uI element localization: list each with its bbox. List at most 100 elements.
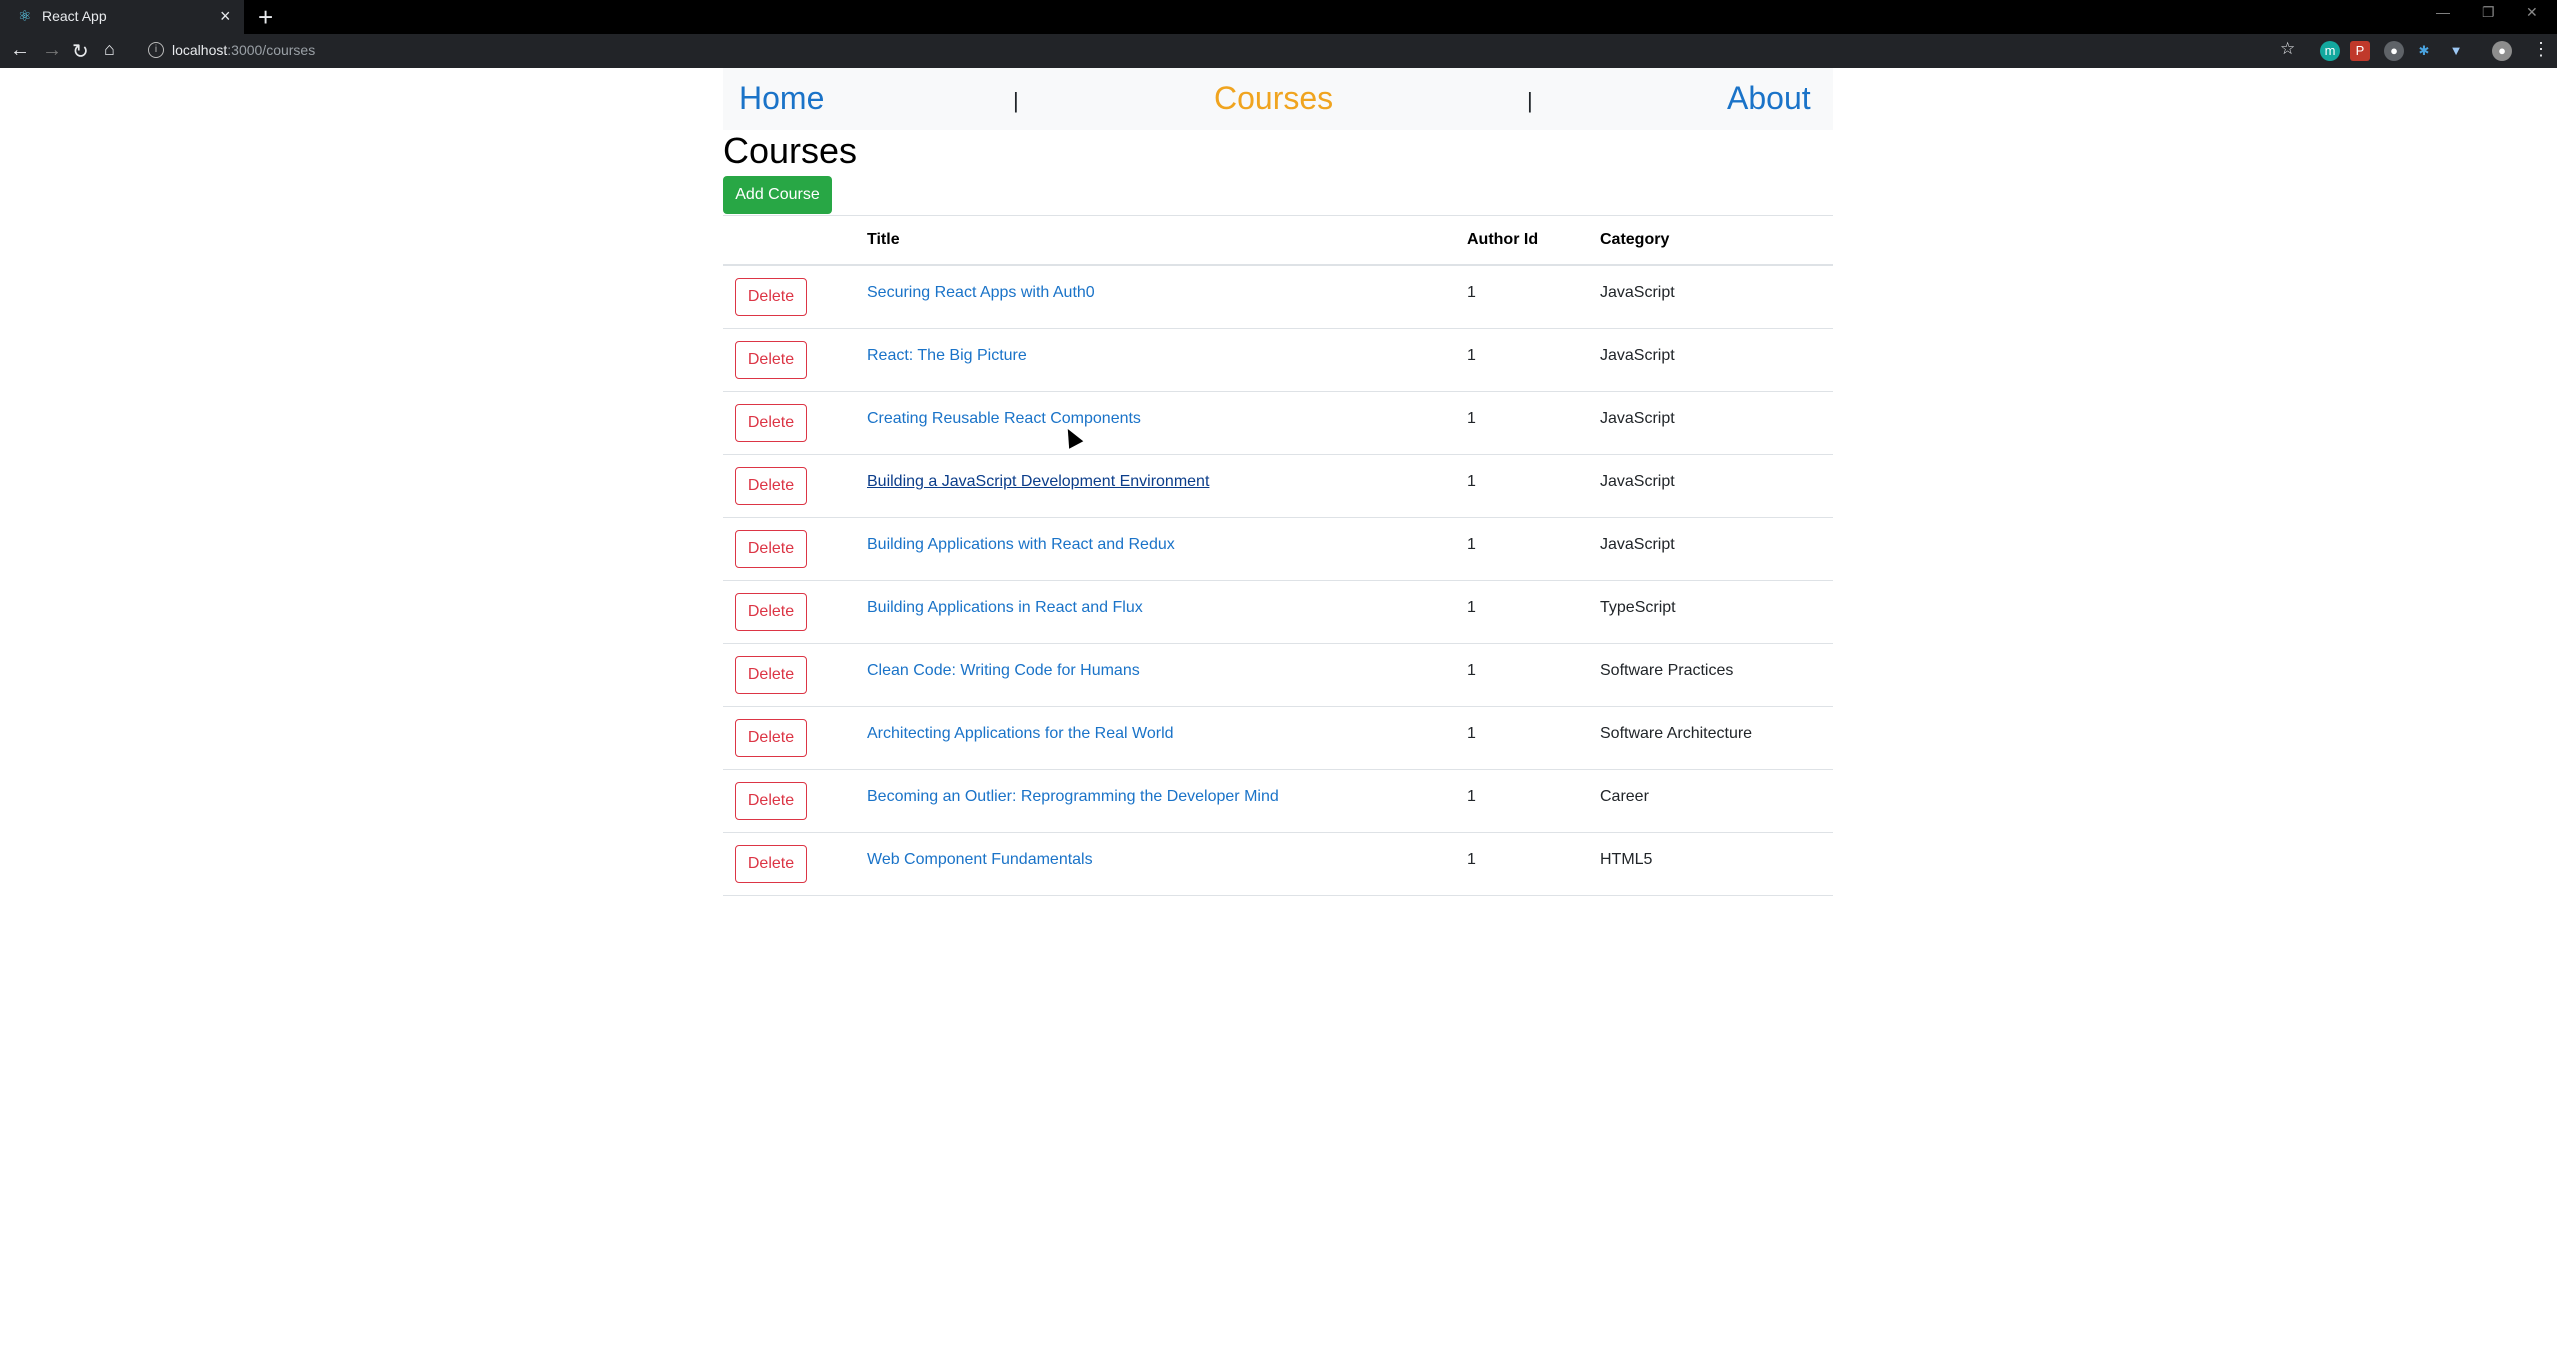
delete-course-button[interactable]: Delete [735, 593, 807, 631]
browser-menu-icon[interactable]: ⋮ [2532, 39, 2550, 60]
react-favicon-icon: ⚛ [18, 8, 32, 25]
delete-course-button[interactable]: Delete [735, 845, 807, 883]
actions-cell: Delete [723, 328, 867, 392]
delete-course-button[interactable]: Delete [735, 656, 807, 694]
course-title-link[interactable]: Building Applications with React and Red… [867, 536, 1175, 553]
browser-toolbar: ← → ↻ ⌂ i localhost:3000/courses ☆ m P ●… [0, 34, 2557, 68]
profile-avatar-icon[interactable]: ● [2492, 41, 2512, 61]
new-tab-icon[interactable]: + [258, 2, 273, 33]
author-id-cell: 1 [1467, 580, 1600, 644]
extension-vpn-icon[interactable]: ▼ [2446, 41, 2466, 61]
title-cell: Clean Code: Writing Code for Humans [867, 643, 1467, 707]
column-header-title: Title [867, 215, 1467, 266]
extension-snowflake-icon[interactable]: ✱ [2414, 41, 2434, 61]
category-text: HTML5 [1600, 851, 1653, 868]
actions-cell: Delete [723, 517, 867, 581]
category-cell: JavaScript [1600, 328, 1833, 392]
course-title-link[interactable]: Securing React Apps with Auth0 [867, 284, 1095, 301]
bookmark-star-icon[interactable]: ☆ [2280, 39, 2295, 59]
course-title-link[interactable]: Becoming an Outlier: Reprogramming the D… [867, 788, 1279, 805]
restore-icon[interactable]: ❐ [2482, 4, 2495, 21]
author-id-text: 1 [1467, 473, 1476, 490]
author-id-cell: 1 [1467, 454, 1600, 518]
actions-cell: Delete [723, 265, 867, 329]
category-cell: TypeScript [1600, 580, 1833, 644]
add-course-button[interactable]: Add Course [723, 176, 832, 214]
table-row: Delete Becoming an Outlier: Reprogramming… [723, 769, 1833, 833]
table-row: Delete Clean Code: Writing Code for Human… [723, 643, 1833, 707]
title-cell: Securing React Apps with Auth0 [867, 265, 1467, 329]
title-cell: Building Applications in React and Flux [867, 580, 1467, 644]
forward-icon[interactable]: → [42, 39, 62, 62]
actions-cell: Delete [723, 391, 867, 455]
delete-course-button[interactable]: Delete [735, 278, 807, 316]
top-navbar: Home | Courses | About [723, 68, 1833, 130]
table-row: Delete Creating Reusable React Components… [723, 391, 1833, 455]
delete-course-button[interactable]: Delete [735, 341, 807, 379]
course-title-link[interactable]: Clean Code: Writing Code for Humans [867, 662, 1140, 679]
category-cell: JavaScript [1600, 265, 1833, 329]
course-title-link[interactable]: Web Component Fundamentals [867, 851, 1093, 868]
category-cell: JavaScript [1600, 517, 1833, 581]
nav-separator: | [1013, 88, 1019, 113]
category-cell: Software Practices [1600, 643, 1833, 707]
delete-course-button[interactable]: Delete [735, 782, 807, 820]
author-id-cell: 1 [1467, 643, 1600, 707]
category-text: JavaScript [1600, 536, 1675, 553]
title-cell: Becoming an Outlier: Reprogramming the D… [867, 769, 1467, 833]
category-text: Software Architecture [1600, 725, 1753, 742]
site-info-icon[interactable]: i [148, 42, 164, 58]
address-bar[interactable]: localhost:3000/courses [172, 42, 315, 58]
nav-about-link[interactable]: About [1727, 80, 1811, 117]
delete-course-button[interactable]: Delete [735, 530, 807, 568]
author-id-cell: 1 [1467, 328, 1600, 392]
delete-course-button[interactable]: Delete [735, 467, 807, 505]
delete-course-button[interactable]: Delete [735, 719, 807, 757]
minimize-icon[interactable]: — [2436, 4, 2450, 20]
course-title-link[interactable]: Building Applications in React and Flux [867, 599, 1143, 616]
close-window-icon[interactable]: ✕ [2526, 4, 2538, 21]
course-title-link[interactable]: Building a JavaScript Development Enviro… [867, 473, 1209, 490]
category-text: JavaScript [1600, 284, 1675, 301]
author-id-cell: 1 [1467, 706, 1600, 770]
author-id-text: 1 [1467, 347, 1476, 364]
delete-course-button[interactable]: Delete [735, 404, 807, 442]
extension-pdf-icon[interactable]: P [2350, 41, 2370, 61]
actions-cell: Delete [723, 769, 867, 833]
title-cell: React: The Big Picture [867, 328, 1467, 392]
extension-circle-icon[interactable]: ● [2384, 41, 2404, 61]
close-tab-icon[interactable]: × [220, 6, 231, 27]
title-cell: Building a JavaScript Development Enviro… [867, 454, 1467, 518]
course-title-link[interactable]: Architecting Applications for the Real W… [867, 725, 1174, 742]
category-text: TypeScript [1600, 599, 1676, 616]
extension-m-icon[interactable]: m [2320, 41, 2340, 61]
url-path: :3000/courses [227, 42, 316, 58]
page-title: Courses [723, 130, 858, 171]
category-text: Software Practices [1600, 662, 1734, 679]
actions-cell: Delete [723, 832, 867, 896]
courses-table: Title Author Id Category Delete Securing … [723, 215, 1833, 896]
author-id-cell: 1 [1467, 517, 1600, 581]
reload-icon[interactable]: ↻ [72, 39, 89, 64]
title-cell: Creating Reusable React Components [867, 391, 1467, 455]
nav-home-link[interactable]: Home [739, 80, 824, 117]
tab-title: React App [42, 8, 107, 24]
nav-courses-link[interactable]: Courses [1214, 80, 1333, 117]
author-id-text: 1 [1467, 851, 1476, 868]
category-cell: JavaScript [1600, 391, 1833, 455]
back-icon[interactable]: ← [10, 39, 30, 62]
course-title-link[interactable]: Creating Reusable React Components [867, 410, 1141, 427]
url-host: localhost [172, 42, 228, 58]
course-title-link[interactable]: React: The Big Picture [867, 347, 1027, 364]
browser-tab-bar: ⚛ React App × + — ❐ ✕ [0, 0, 2557, 34]
actions-cell: Delete [723, 706, 867, 770]
category-cell: Software Architecture [1600, 706, 1833, 770]
author-id-cell: 1 [1467, 265, 1600, 329]
author-id-cell: 1 [1467, 832, 1600, 896]
category-cell: HTML5 [1600, 832, 1833, 896]
browser-tab[interactable]: ⚛ React App × [0, 0, 244, 34]
author-id-text: 1 [1467, 725, 1476, 742]
home-icon[interactable]: ⌂ [104, 39, 115, 60]
title-cell: Architecting Applications for the Real W… [867, 706, 1467, 770]
category-text: JavaScript [1600, 347, 1675, 364]
